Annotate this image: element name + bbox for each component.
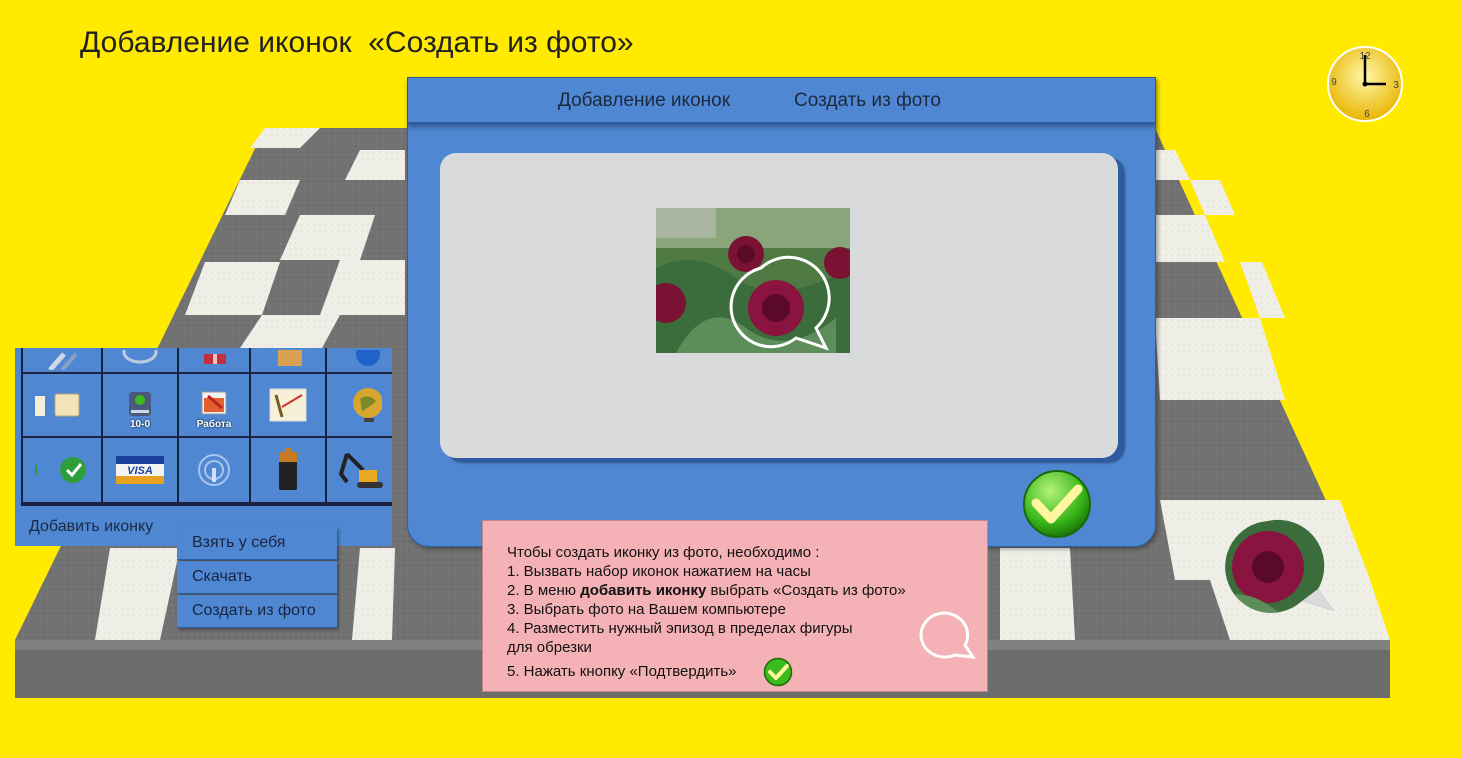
disc-icon[interactable] <box>103 348 179 374</box>
menu-item-download[interactable]: Скачать <box>177 561 337 594</box>
clock-icon[interactable]: 12 3 6 9 <box>1326 45 1404 123</box>
result-photo-icon <box>1225 519 1334 613</box>
map-icon[interactable] <box>251 374 327 438</box>
globe-icon[interactable] <box>327 374 392 438</box>
menu-item-create-from-photo[interactable]: Создать из фото <box>177 595 337 628</box>
instruction-step-1: 1. Вызвать набор иконок нажатием на часы <box>507 563 811 580</box>
info-icon[interactable] <box>327 348 392 374</box>
add-icon-label[interactable]: Добавить иконку <box>29 518 153 536</box>
drive-icon-label: 10-0 <box>129 419 150 430</box>
clock-number-6: 6 <box>1364 109 1370 120</box>
instruction-step-2: 2. В меню добавить иконку выбрать «Созда… <box>507 581 987 600</box>
small-checkmark-icon <box>763 657 792 687</box>
clock-number-12: 12 <box>1359 51 1371 62</box>
instruction-step-2-post: выбрать «Создать из фото» <box>706 582 906 599</box>
svg-text:VISA: VISA <box>127 465 153 477</box>
gift-icon[interactable] <box>179 348 251 374</box>
instruction-step-5-text: 5. Нажать кнопку «Подтвердить» <box>507 662 737 680</box>
sberbank-icon[interactable] <box>23 438 103 504</box>
create-from-photo-dialog: Добавление иконок Создать из фото <box>407 77 1156 547</box>
clock-number-3: 3 <box>1393 80 1399 91</box>
drive-icon[interactable]: 10-0 <box>103 374 179 438</box>
add-icon-menu: Взять у себя Скачать Создать из фото <box>177 527 337 629</box>
dahlia-photo[interactable] <box>656 208 850 353</box>
icon-grid: 10-0 Работа VISA <box>21 348 392 506</box>
work-icon[interactable]: Работа <box>179 374 251 438</box>
excavator-icon[interactable] <box>327 438 392 504</box>
instructions-note: Чтобы создать иконку из фото, необходимо… <box>482 520 988 692</box>
work-icon-label: Работа <box>196 419 232 430</box>
instruction-step-2-pre: 2. В меню <box>507 582 581 599</box>
instruction-intro: Чтобы создать иконку из фото, необходимо… <box>507 544 820 561</box>
box-icon[interactable] <box>251 348 327 374</box>
visa-card-icon[interactable]: VISA <box>103 438 179 504</box>
instruction-step-2-bold: добавить иконку <box>580 582 707 599</box>
tools-icon[interactable] <box>23 348 103 374</box>
battery-icon[interactable] <box>251 438 327 504</box>
wireless-icon[interactable] <box>179 438 251 504</box>
dialog-title-right: Создать из фото <box>794 90 941 111</box>
dialog-header: Добавление иконок Создать из фото <box>408 78 1155 125</box>
icon-set-panel: 10-0 Работа VISA Добавить иконку <box>15 348 392 546</box>
crop-canvas[interactable] <box>440 153 1118 458</box>
clock-number-9: 9 <box>1331 77 1337 88</box>
confirm-button[interactable] <box>1022 469 1092 539</box>
notebook-icon[interactable] <box>23 374 103 438</box>
menu-item-take-from-self[interactable]: Взять у себя <box>177 527 337 560</box>
speech-bubble-icon <box>919 611 977 659</box>
dialog-title-left: Добавление иконок <box>558 90 731 111</box>
page-title: Добавление иконок «Создать из фото» <box>80 26 634 59</box>
